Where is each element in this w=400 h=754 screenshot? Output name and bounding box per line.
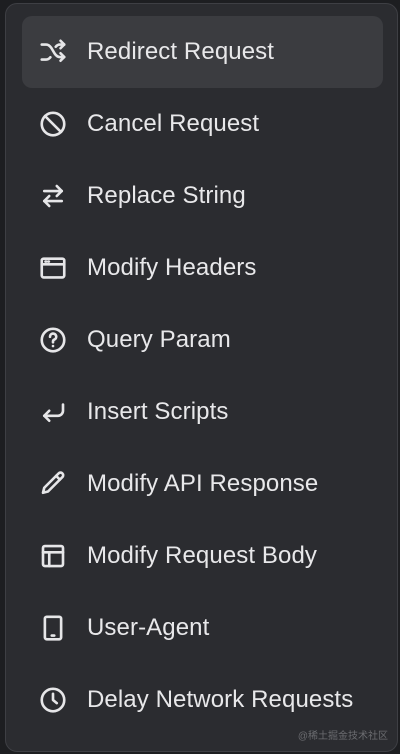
tablet-icon: [38, 613, 68, 643]
menu-item-label: Query Param: [87, 326, 231, 353]
menu-item-query-param[interactable]: Query Param: [22, 304, 383, 376]
menu-item-redirect-request[interactable]: Redirect Request: [22, 16, 383, 88]
menu-item-modify-api-response[interactable]: Modify API Response: [22, 448, 383, 520]
menu-item-label: Modify Request Body: [87, 542, 318, 569]
menu-item-label: Delay Network Requests: [87, 686, 354, 713]
clock-icon: [38, 685, 68, 715]
menu-item-label: Modify API Response: [87, 470, 319, 497]
block-icon: [38, 109, 68, 139]
menu-item-user-agent[interactable]: User-Agent: [22, 592, 383, 664]
menu-item-modify-headers[interactable]: Modify Headers: [22, 232, 383, 304]
menu-item-label: User-Agent: [87, 614, 210, 641]
watermark: @稀土掘金技术社区: [297, 731, 388, 742]
menu-item-replace-string[interactable]: Replace String: [22, 160, 383, 232]
shuffle-icon: [38, 37, 68, 67]
pencil-icon: [38, 469, 68, 499]
menu-item-insert-scripts[interactable]: Insert Scripts: [22, 376, 383, 448]
browser-window-icon: [38, 253, 68, 283]
layout-icon: [38, 541, 68, 571]
menu-item-label: Replace String: [87, 182, 246, 209]
return-arrow-icon: [38, 397, 68, 427]
menu-item-label: Insert Scripts: [87, 398, 229, 425]
menu-item-cancel-request[interactable]: Cancel Request: [22, 88, 383, 160]
menu-item-label: Redirect Request: [87, 38, 275, 65]
help-circle-icon: [38, 325, 68, 355]
request-rules-menu: Redirect Request Cancel Request Replace …: [5, 3, 398, 752]
menu-item-modify-request-body[interactable]: Modify Request Body: [22, 520, 383, 592]
menu-item-label: Cancel Request: [87, 110, 260, 137]
menu-item-label: Modify Headers: [87, 254, 257, 281]
menu-item-delay-network-requests[interactable]: Delay Network Requests: [22, 664, 383, 736]
swap-arrows-icon: [38, 181, 68, 211]
